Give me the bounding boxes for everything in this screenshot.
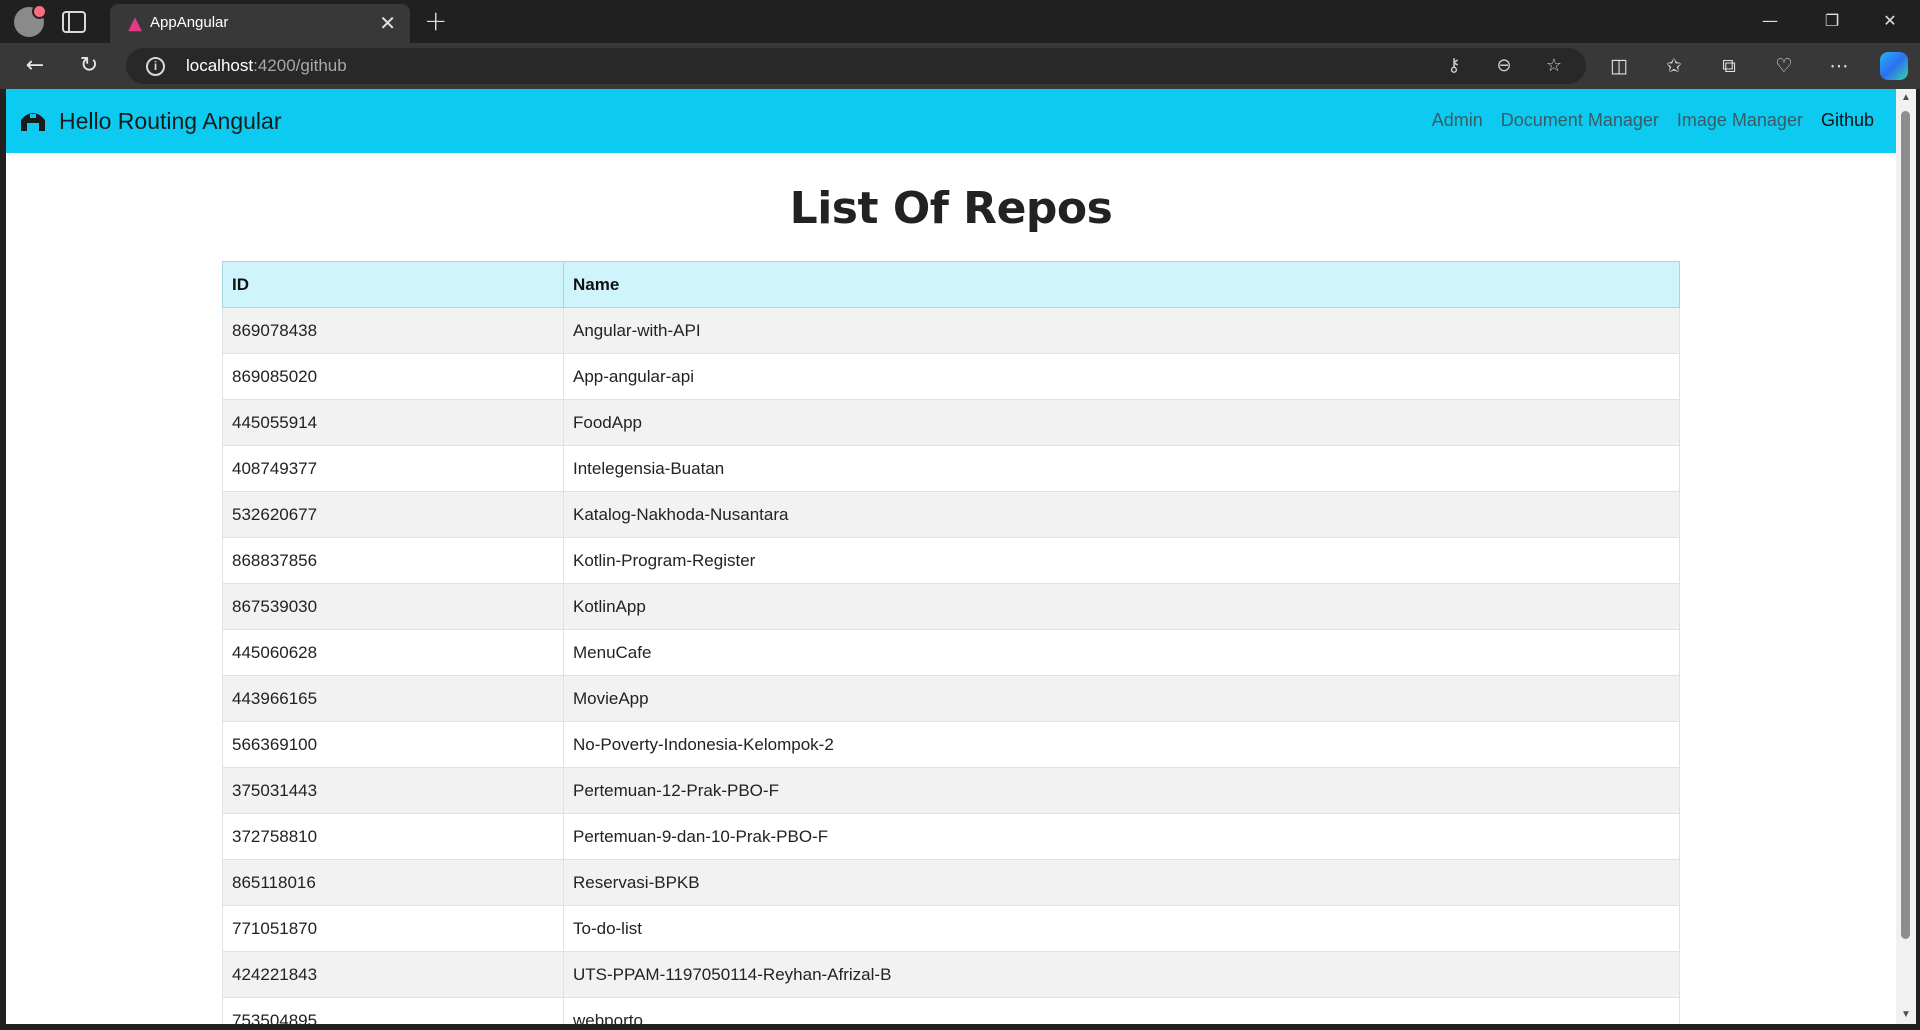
repo-id: 868837856 xyxy=(222,537,564,584)
repo-name: Intelegensia-Buatan xyxy=(563,445,1680,492)
scrollbar-thumb[interactable] xyxy=(1901,111,1910,939)
repo-name: UTS-PPAM-1197050114-Reyhan-Afrizal-B xyxy=(563,951,1680,998)
table-row: 566369100 No-Poverty-Indonesia-Kelompok-2 xyxy=(222,721,1680,768)
restore-icon[interactable]: ❐ xyxy=(1810,8,1854,34)
table-row: 868837856 Kotlin-Program-Register xyxy=(222,537,1680,584)
repo-name: MovieApp xyxy=(563,675,1680,722)
table-header-row: ID Name xyxy=(222,261,1680,308)
reload-icon[interactable]: ↻ xyxy=(74,51,104,81)
repo-name: webporto xyxy=(563,997,1680,1024)
repo-id: 445060628 xyxy=(222,629,564,676)
close-tab-icon[interactable]: ✕ xyxy=(379,11,396,35)
repo-name: Angular-with-API xyxy=(563,307,1680,354)
browser-tab[interactable]: ▲ AppAngular ✕ xyxy=(110,4,410,43)
table-row: 869078438 Angular-with-API xyxy=(222,307,1680,354)
column-header-name: Name xyxy=(563,261,1680,308)
more-icon[interactable]: ⋯ xyxy=(1825,52,1853,80)
url-text[interactable]: localhost:4200/github xyxy=(186,56,347,76)
repo-id: 372758810 xyxy=(222,813,564,860)
repo-id: 445055914 xyxy=(222,399,564,446)
page-viewport: Hello Routing Angular Admin Document Man… xyxy=(6,89,1896,1024)
favorites-icon[interactable]: ✩ xyxy=(1660,52,1688,80)
table-row: 372758810 Pertemuan-9-dan-10-Prak-PBO-F xyxy=(222,813,1680,860)
repo-id: 375031443 xyxy=(222,767,564,814)
brand-title[interactable]: Hello Routing Angular xyxy=(59,108,281,135)
profile-icon[interactable] xyxy=(14,4,47,37)
column-header-id: ID xyxy=(222,261,564,308)
repo-name: Reservasi-BPKB xyxy=(563,859,1680,906)
table-row: 445060628 MenuCafe xyxy=(222,629,1680,676)
browser-tab-bar: ▲ AppAngular ✕ + — ❐ ✕ xyxy=(0,0,1920,43)
repo-id: 424221843 xyxy=(222,951,564,998)
table-row: 869085020 App-angular-api xyxy=(222,353,1680,400)
zoom-out-icon[interactable]: ⊖ xyxy=(1492,54,1516,78)
repo-id: 867539030 xyxy=(222,583,564,630)
table-row: 375031443 Pertemuan-12-Prak-PBO-F xyxy=(222,767,1680,814)
url-path: :4200/github xyxy=(253,56,347,75)
table-row: 867539030 KotlinApp xyxy=(222,583,1680,630)
repo-name: To-do-list xyxy=(563,905,1680,952)
table-row: 771051870 To-do-list xyxy=(222,905,1680,952)
back-icon[interactable]: ← xyxy=(20,51,50,81)
scroll-up-icon[interactable]: ▲ xyxy=(1896,89,1916,107)
table-row: 865118016 Reservasi-BPKB xyxy=(222,859,1680,906)
scroll-down-icon[interactable]: ▼ xyxy=(1896,1006,1916,1024)
repo-id: 408749377 xyxy=(222,445,564,492)
nav-links: Admin Document Manager Image Manager Git… xyxy=(1432,110,1874,131)
split-screen-icon[interactable]: ◫ xyxy=(1605,52,1633,80)
nav-link-document-manager[interactable]: Document Manager xyxy=(1501,110,1659,131)
repo-name: KotlinApp xyxy=(563,583,1680,630)
table-row: 408749377 Intelegensia-Buatan xyxy=(222,445,1680,492)
browser-toolbar: ← ↻ i localhost:4200/github ⚷ ⊖ ☆ ◫ ✩ ⧉ … xyxy=(0,43,1920,89)
repo-name: App-angular-api xyxy=(563,353,1680,400)
table-row: 445055914 FoodApp xyxy=(222,399,1680,446)
repo-id: 869085020 xyxy=(222,353,564,400)
repo-name: MenuCafe xyxy=(563,629,1680,676)
repo-name: Pertemuan-12-Prak-PBO-F xyxy=(563,767,1680,814)
repo-id: 532620677 xyxy=(222,491,564,538)
repo-id: 443966165 xyxy=(222,675,564,722)
new-tab-icon[interactable]: + xyxy=(424,4,447,37)
address-bar[interactable]: i localhost:4200/github ⚷ ⊖ ☆ xyxy=(126,48,1586,84)
table-row: 424221843 UTS-PPAM-1197050114-Reyhan-Afri… xyxy=(222,951,1680,998)
page-scrollbar[interactable]: ▲ ▼ xyxy=(1896,89,1916,1024)
repo-id: 869078438 xyxy=(222,307,564,354)
brand-icon xyxy=(21,113,45,131)
copilot-icon[interactable] xyxy=(1880,52,1908,80)
browser-essentials-icon[interactable]: ♡ xyxy=(1770,52,1798,80)
table-row: 443966165 MovieApp xyxy=(222,675,1680,722)
site-info-icon[interactable]: i xyxy=(146,57,165,76)
minimize-icon[interactable]: — xyxy=(1748,8,1792,34)
page-title: List Of Repos xyxy=(789,183,1113,234)
repo-id: 566369100 xyxy=(222,721,564,768)
table-row: 753504895 webporto xyxy=(222,997,1680,1024)
close-window-icon[interactable]: ✕ xyxy=(1868,8,1912,34)
tab-title: AppAngular xyxy=(150,14,229,31)
key-icon[interactable]: ⚷ xyxy=(1442,54,1466,78)
repo-name: Pertemuan-9-dan-10-Prak-PBO-F xyxy=(563,813,1680,860)
table-row: 532620677 Katalog-Nakhoda-Nusantara xyxy=(222,491,1680,538)
nav-link-github[interactable]: Github xyxy=(1821,110,1874,131)
app-navbar: Hello Routing Angular Admin Document Man… xyxy=(6,89,1896,153)
repo-name: Katalog-Nakhoda-Nusantara xyxy=(563,491,1680,538)
repo-name: FoodApp xyxy=(563,399,1680,446)
repo-name: No-Poverty-Indonesia-Kelompok-2 xyxy=(563,721,1680,768)
repo-id: 865118016 xyxy=(222,859,564,906)
repo-id: 753504895 xyxy=(222,997,564,1024)
url-host: localhost xyxy=(186,56,254,75)
nav-link-admin[interactable]: Admin xyxy=(1432,110,1483,131)
favorite-star-icon[interactable]: ☆ xyxy=(1542,54,1566,78)
angular-favicon-icon: ▲ xyxy=(128,13,142,34)
nav-link-image-manager[interactable]: Image Manager xyxy=(1677,110,1803,131)
collections-icon[interactable]: ⧉ xyxy=(1715,52,1743,80)
repo-name: Kotlin-Program-Register xyxy=(563,537,1680,584)
repo-id: 771051870 xyxy=(222,905,564,952)
repo-table: ID Name 869078438 Angular-with-API 869085… xyxy=(222,261,1680,1024)
tab-actions-icon[interactable] xyxy=(62,11,86,33)
